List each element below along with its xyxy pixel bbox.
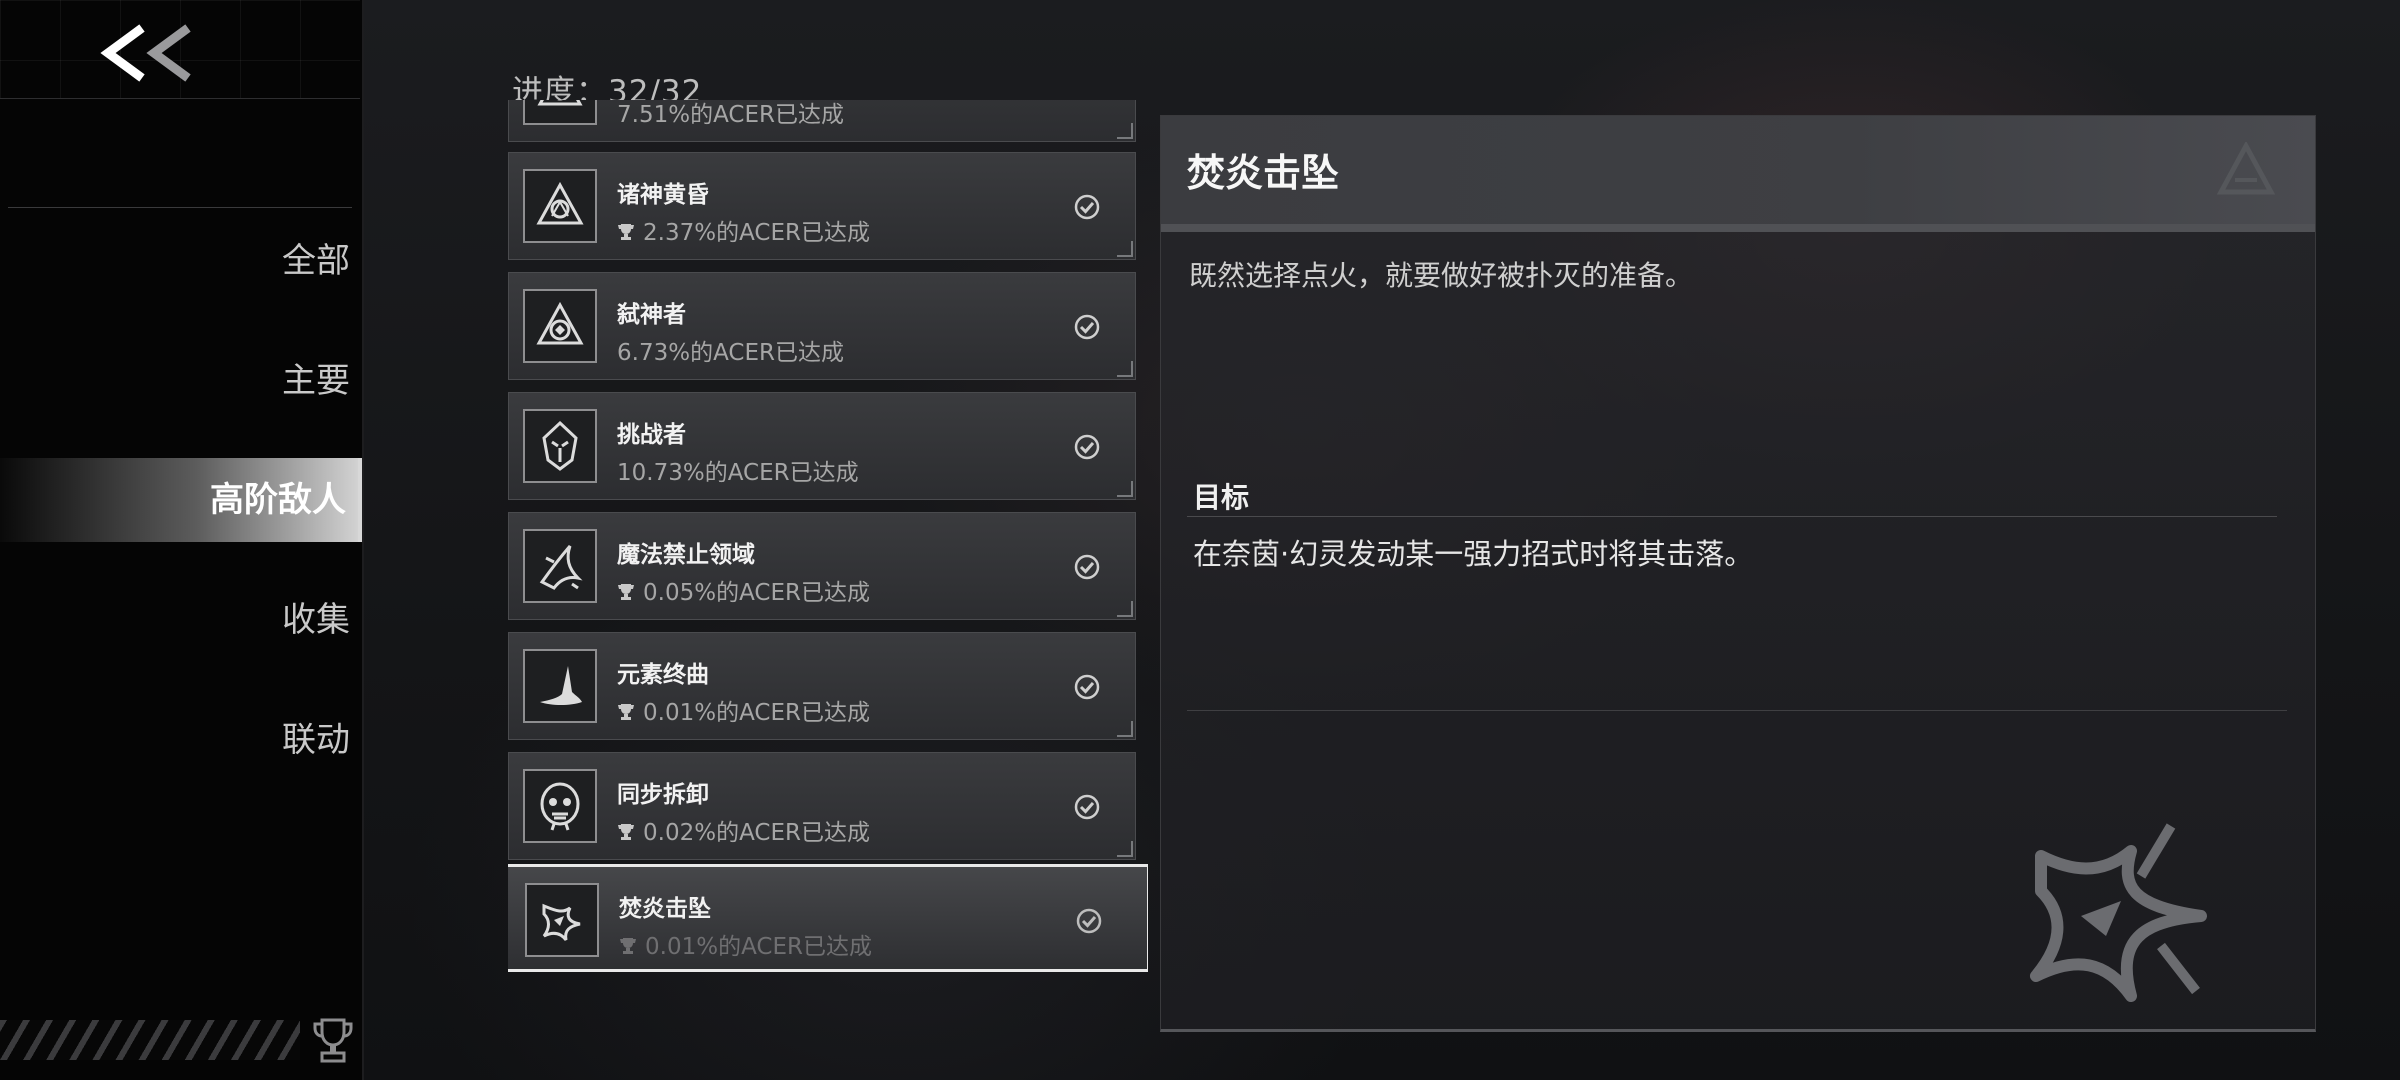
trophy-icon [313, 1018, 353, 1063]
check-circle-icon [1074, 674, 1100, 700]
trophy-icon [618, 824, 634, 840]
robot-head-icon [540, 782, 580, 831]
achievement-badge [525, 883, 599, 957]
goal-divider [1187, 516, 2277, 517]
achievement-rate: 0.05%的ACER已达成 [643, 580, 870, 606]
check-circle-icon [1074, 554, 1100, 580]
achievement-list[interactable]: 7.51%的ACER已达成 诸神黄昏 2.37%的ACER已达成 弑神者 6.7… [508, 100, 1148, 1000]
achievement-item[interactable]: 弑神者 6.73%的ACER已达成 [508, 272, 1136, 380]
triangle-emblem-icon [536, 181, 584, 225]
sidebar: 全部 主要 高阶敌人 收集 联动 [0, 0, 364, 1080]
achievement-badge [523, 409, 597, 483]
flame-sigil-emblem-icon [2030, 823, 2207, 1002]
sidebar-divider [8, 207, 352, 208]
witch-hat-icon [540, 666, 582, 705]
sidebar-item-collab[interactable]: 联动 [0, 698, 362, 782]
trophy-icon [618, 704, 634, 720]
goal-label: 目标 [1193, 481, 1250, 514]
achievement-rate: 0.02%的ACER已达成 [643, 820, 870, 846]
achievement-badge [523, 649, 597, 723]
back-button[interactable] [96, 22, 208, 84]
section-divider [1187, 710, 2287, 711]
sidebar-item-all[interactable]: 全部 [0, 219, 362, 303]
trophy-button[interactable] [312, 1016, 354, 1064]
goal-text: 在奈茵·幻灵发动某一强力招式时将其击落。 [1193, 537, 1754, 571]
achievement-item[interactable]: 元素终曲 0.01%的ACER已达成 [508, 632, 1136, 740]
achievement-item[interactable]: 同步拆卸 0.02%的ACER已达成 [508, 752, 1136, 860]
achievement-rate: 0.01%的ACER已达成 [643, 700, 870, 726]
achievement-item-selected[interactable]: 焚炎击坠 0.01%的ACER已达成 [508, 864, 1148, 972]
detail-header: 焚炎击坠 [1161, 116, 2315, 232]
achievement-title: 元素终曲 [617, 662, 709, 688]
achievement-detail-panel: 焚炎击坠 既然选择点火，就要做好被扑灭的准备。 目标 在奈茵·幻灵发动某一强力招… [1160, 115, 2316, 1032]
check-circle-icon [1074, 434, 1100, 460]
trophy-icon [618, 224, 634, 240]
triangle-emblem-icon [537, 100, 583, 106]
check-circle-icon [1076, 908, 1102, 934]
achievement-title: 焚炎击坠 [619, 896, 711, 922]
witch-emblem-icon [539, 545, 583, 590]
double-chevron-left-icon [100, 24, 191, 82]
achievement-item[interactable]: 7.51%的ACER已达成 [508, 100, 1136, 142]
check-circle-icon [1074, 794, 1100, 820]
sidebar-item-elite-enemies[interactable]: 高阶敌人 [0, 458, 362, 542]
achievement-rate: 10.73%的ACER已达成 [617, 460, 859, 486]
achievement-item[interactable]: 挑战者 10.73%的ACER已达成 [508, 392, 1136, 500]
trophy-icon [620, 938, 636, 954]
stripe-decoration [0, 1020, 300, 1060]
mask-emblem-icon [542, 420, 578, 471]
detail-description: 既然选择点火，就要做好被扑灭的准备。 [1189, 259, 1694, 292]
achievement-title: 弑神者 [617, 302, 686, 328]
achievement-item[interactable]: 诸神黄昏 2.37%的ACER已达成 [508, 152, 1136, 260]
trophy-icon [618, 584, 634, 600]
sidebar-item-main[interactable]: 主要 [0, 339, 362, 423]
sidebar-item-collect[interactable]: 收集 [0, 578, 362, 662]
achievement-badge [523, 289, 597, 363]
brand-logo-icon [2217, 142, 2275, 195]
detail-title: 焚炎击坠 [1187, 151, 1340, 195]
achievement-rate: 2.37%的ACER已达成 [643, 220, 870, 246]
triangle-emblem-icon [536, 301, 584, 345]
achievement-badge [523, 169, 597, 243]
achievement-title: 同步拆卸 [617, 782, 709, 808]
achievement-rate: 0.01%的ACER已达成 [645, 934, 872, 960]
check-circle-icon [1074, 194, 1100, 220]
achievement-item[interactable]: 魔法禁止领域 0.05%的ACER已达成 [508, 512, 1136, 620]
flame-sigil-icon [542, 903, 581, 941]
achievement-rate: 6.73%的ACER已达成 [617, 340, 844, 366]
achievement-title: 诸神黄昏 [617, 182, 709, 208]
check-circle-icon [1074, 314, 1100, 340]
achievement-rate: 7.51%的ACER已达成 [617, 102, 844, 128]
achievement-badge [523, 100, 597, 125]
achievement-title: 挑战者 [617, 422, 686, 448]
achievement-title: 魔法禁止领域 [617, 542, 755, 568]
achievement-badge [523, 529, 597, 603]
achievement-badge [523, 769, 597, 843]
